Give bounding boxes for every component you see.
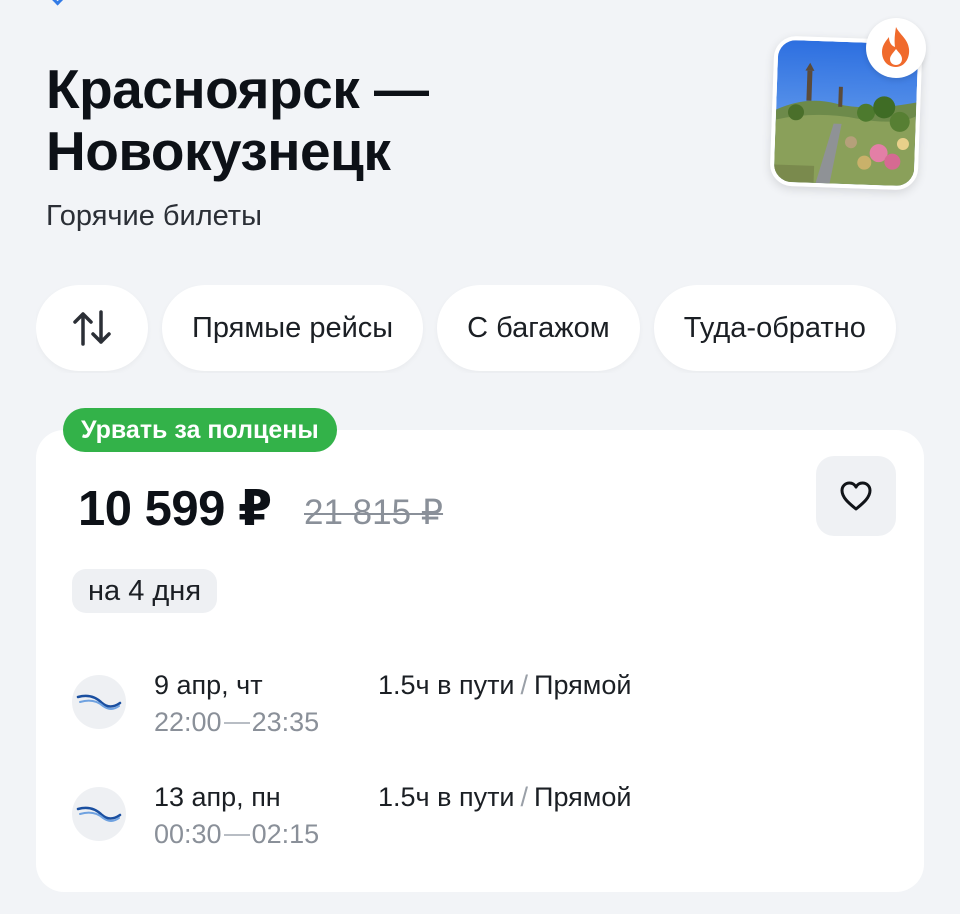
- arrive-time: 02:15: [251, 819, 320, 849]
- favorite-button[interactable]: [816, 456, 896, 536]
- fire-icon: [866, 18, 926, 78]
- deal-badge: Урвать за полцены: [63, 408, 337, 452]
- leg-date: 9 апр, чт: [154, 670, 263, 700]
- info-separator: /: [520, 782, 529, 812]
- leg-info: 1.5ч в пути / Прямой: [378, 670, 631, 701]
- stops-label: Прямой: [534, 782, 632, 812]
- trip-duration-tag: на 4 дня: [72, 569, 218, 613]
- travel-time: 1.5ч в пути: [378, 782, 515, 812]
- leg-times: 00:30 02:15: [154, 819, 319, 850]
- stops-label: Прямой: [534, 670, 632, 700]
- ticket-card[interactable]: 10 599 ₽ 21 815 ₽ на 4 дня 9 апр, чт 22:…: [36, 430, 924, 892]
- travel-time: 1.5ч в пути: [378, 670, 515, 700]
- leg-info: 1.5ч в пути / Прямой: [378, 782, 631, 813]
- filter-chip-round-trip[interactable]: Туда-обратно: [653, 285, 896, 371]
- leg-times: 22:00 23:35: [154, 707, 319, 738]
- price: 10 599 ₽: [78, 482, 272, 536]
- time-separator: [223, 833, 250, 836]
- filter-chip-baggage[interactable]: С багажом: [437, 285, 640, 371]
- page-subtitle: Горячие билеты: [46, 200, 262, 232]
- time-separator: [223, 721, 250, 724]
- hero-image-block: [769, 18, 926, 191]
- old-price: 21 815 ₽: [304, 493, 444, 532]
- page: Красноярск — Новокузнецк Горячие билеты: [0, 0, 960, 914]
- filter-chip-direct[interactable]: Прямые рейсы: [162, 285, 424, 371]
- airline-logo-icon: [72, 787, 126, 841]
- heart-icon: [840, 481, 872, 511]
- depart-time: 00:30: [154, 819, 222, 849]
- sort-button[interactable]: [36, 285, 148, 371]
- filter-chips: Прямые рейсы С багажом Туда-обратно: [36, 285, 960, 373]
- flight-leg-outbound: 9 апр, чт 22:00 23:35 1.5ч в пути / Прямой: [72, 670, 892, 750]
- depart-time: 22:00: [154, 707, 222, 737]
- arrive-time: 23:35: [251, 707, 320, 737]
- airline-logo-icon: [72, 675, 126, 729]
- flight-leg-return: 13 апр, пн 00:30 02:15 1.5ч в пути / Прямо…: [72, 782, 892, 862]
- page-title: Красноярск — Новокузнецк: [46, 58, 429, 182]
- info-separator: /: [520, 670, 529, 700]
- leg-date: 13 апр, пн: [154, 782, 281, 812]
- back-arrow-icon[interactable]: [50, 0, 68, 6]
- sort-arrows-icon: [73, 310, 111, 346]
